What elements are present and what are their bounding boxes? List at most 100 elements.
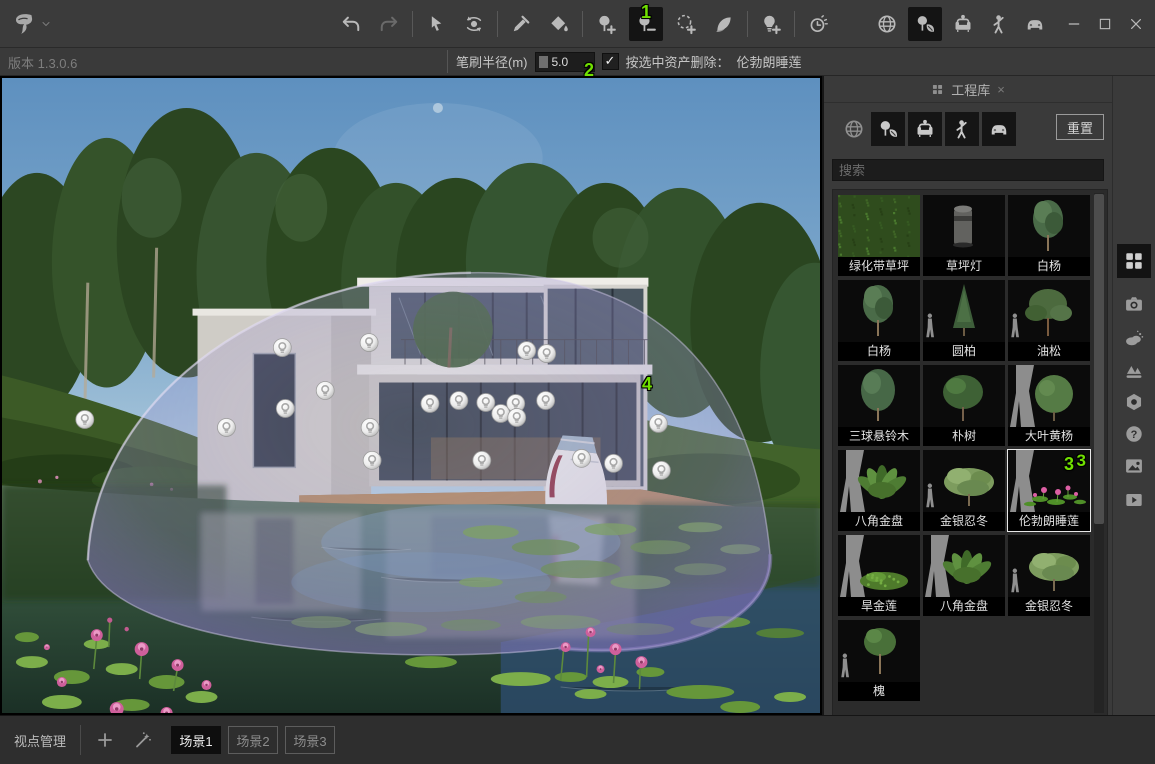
asset-thumbnail-tree-ball xyxy=(1008,365,1090,427)
eyedropper-button[interactable] xyxy=(506,9,536,39)
light-gizmo[interactable] xyxy=(492,404,510,422)
asset-name-label: 八角金盘 xyxy=(838,512,920,531)
tree-add-button[interactable] xyxy=(591,9,621,39)
light-gizmo[interactable] xyxy=(363,451,381,469)
tree-leaf-button[interactable] xyxy=(908,7,942,41)
scrollbar-thumb[interactable] xyxy=(1094,194,1104,524)
strip-image-button[interactable] xyxy=(1120,452,1148,480)
asset-tile[interactable]: 槐 xyxy=(838,620,920,701)
main-toolbar xyxy=(0,0,1155,48)
minimize-button[interactable] xyxy=(1065,15,1083,33)
viewport-3d[interactable] xyxy=(0,76,822,715)
category-globe-button[interactable] xyxy=(840,112,868,146)
foliage-button[interactable] xyxy=(709,9,739,39)
asset-tile[interactable]: 油松 xyxy=(1008,280,1090,361)
app-menu[interactable] xyxy=(10,0,52,47)
light-gizmo[interactable] xyxy=(421,395,439,413)
maximize-button[interactable] xyxy=(1096,15,1114,33)
scene-tab[interactable]: 场景2 xyxy=(228,726,278,754)
asset-tile[interactable]: 圆柏 xyxy=(923,280,1005,361)
asset-name-label: 伦勃朗睡莲 xyxy=(1008,512,1090,531)
light-gizmo[interactable] xyxy=(537,392,555,410)
light-gizmo[interactable] xyxy=(360,334,378,352)
asset-tile[interactable]: 草坪灯 xyxy=(923,195,1005,276)
asset-name-label: 旱金莲 xyxy=(838,597,920,616)
reset-button[interactable]: 重置 xyxy=(1056,114,1104,140)
panel-close-button[interactable]: × xyxy=(997,82,1005,97)
strip-video-button[interactable] xyxy=(1120,486,1148,514)
asset-thumbnail-poplar xyxy=(838,280,920,342)
scene-tab[interactable]: 场景1 xyxy=(171,726,221,754)
redo-button[interactable] xyxy=(374,9,404,39)
light-gizmo[interactable] xyxy=(518,342,536,360)
strip-camera-button[interactable] xyxy=(1120,290,1148,318)
toolbar-separator xyxy=(747,11,748,37)
bulb-add-button[interactable] xyxy=(756,9,786,39)
asset-thumbnail-tree-small xyxy=(838,620,920,682)
asset-tile[interactable]: 旱金莲 xyxy=(838,535,920,616)
light-gizmo[interactable] xyxy=(273,339,291,357)
strip-weather-button[interactable] xyxy=(1120,324,1148,352)
asset-tile[interactable]: 朴树 xyxy=(923,365,1005,446)
category-tree-leaf-button[interactable] xyxy=(871,112,905,146)
asset-tile[interactable]: 八角金盘 xyxy=(923,535,1005,616)
light-gizmo[interactable] xyxy=(76,410,94,428)
orbit-button[interactable] xyxy=(459,9,489,39)
light-gizmo[interactable] xyxy=(217,418,235,436)
undo-button[interactable] xyxy=(336,9,366,39)
asset-tile[interactable]: 金银忍冬 xyxy=(923,450,1005,531)
person-button[interactable] xyxy=(984,9,1014,39)
asset-scrollbar[interactable] xyxy=(1094,193,1104,713)
asset-tile[interactable]: 白杨 xyxy=(1008,195,1090,276)
select-arrow-button[interactable] xyxy=(421,9,451,39)
close-button[interactable] xyxy=(1127,15,1145,33)
light-gizmo[interactable] xyxy=(652,461,670,479)
magic-wand-button[interactable] xyxy=(129,726,157,754)
light-gizmo[interactable] xyxy=(473,451,491,469)
asset-tile[interactable]: 金银忍冬 xyxy=(1008,535,1090,616)
paint-bucket-button[interactable] xyxy=(544,9,574,39)
library-panel-header[interactable]: 工程库 × xyxy=(824,76,1112,103)
light-gizmo[interactable] xyxy=(276,399,294,417)
vehicle-button[interactable] xyxy=(1020,9,1050,39)
asset-thumbnail-grass xyxy=(838,195,920,257)
asset-tile[interactable]: 大叶黄杨 xyxy=(1008,365,1090,446)
daytime-clock-button[interactable] xyxy=(803,9,833,39)
light-gizmo[interactable] xyxy=(316,382,334,400)
select-arrow-icon xyxy=(425,13,447,35)
category-vehicle-button[interactable] xyxy=(982,112,1016,146)
minimize-icon xyxy=(1066,16,1082,32)
category-furniture-button[interactable] xyxy=(908,112,942,146)
delete-by-asset-checkbox[interactable]: ✓ xyxy=(602,53,619,70)
asset-tile[interactable]: 绿化带草坪 xyxy=(838,195,920,276)
strip-settings-nut-button[interactable] xyxy=(1120,388,1148,416)
foliage-icon xyxy=(713,13,735,35)
light-gizmo[interactable] xyxy=(573,449,591,467)
add-viewpoint-button[interactable] xyxy=(91,726,119,754)
light-gizmo[interactable] xyxy=(361,418,379,436)
brush-radius-handle[interactable] xyxy=(539,56,548,68)
strip-grid-button[interactable] xyxy=(1117,244,1151,278)
edit-tools-group xyxy=(336,0,833,47)
light-gizmo[interactable] xyxy=(477,394,495,412)
asset-tile[interactable]: 白杨 xyxy=(838,280,920,361)
furniture-button[interactable] xyxy=(948,9,978,39)
light-gizmo[interactable] xyxy=(605,454,623,472)
strip-help-button[interactable]: ? xyxy=(1120,420,1148,448)
category-person-button[interactable] xyxy=(945,112,979,146)
light-gizmo[interactable] xyxy=(649,414,667,432)
scene-tab[interactable]: 场景3 xyxy=(285,726,335,754)
strip-terrain-button[interactable] xyxy=(1120,357,1148,385)
asset-tile[interactable]: 伦勃朗睡莲3 xyxy=(1008,450,1090,531)
asset-tile[interactable]: 三球悬铃木 xyxy=(838,365,920,446)
brush-radius-label: 笔刷半径(m) xyxy=(456,52,528,71)
light-gizmo[interactable] xyxy=(508,408,526,426)
asset-tile[interactable]: 八角金盘 xyxy=(838,450,920,531)
light-gizmo[interactable] xyxy=(538,345,556,363)
globe-button[interactable] xyxy=(872,9,902,39)
lasso-add-button[interactable] xyxy=(671,9,701,39)
divider xyxy=(80,725,81,755)
light-gizmo[interactable] xyxy=(450,392,468,410)
search-input[interactable] xyxy=(832,159,1104,181)
viewport-3d-scene[interactable] xyxy=(2,78,820,713)
